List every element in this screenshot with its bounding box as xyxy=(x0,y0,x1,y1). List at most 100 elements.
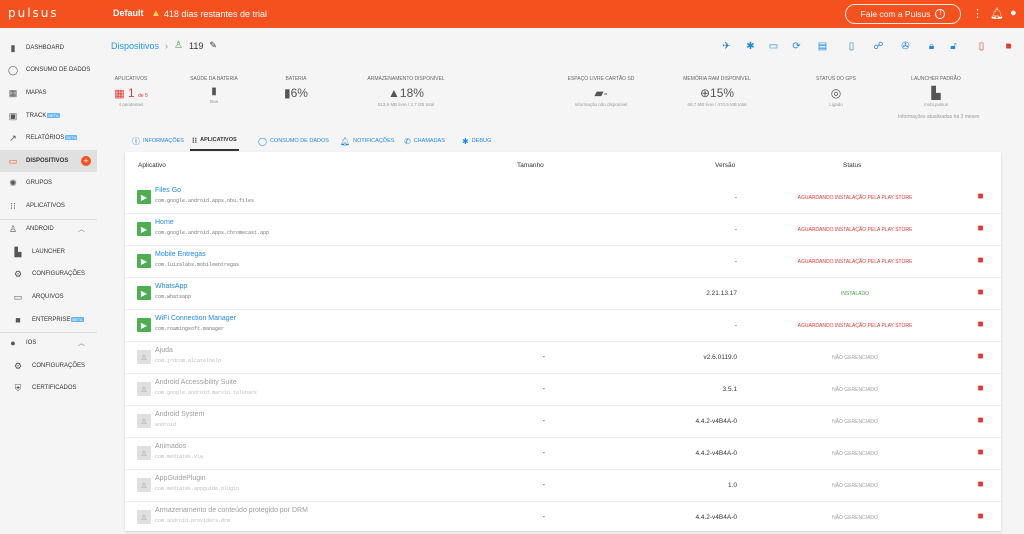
account-selector[interactable]: Default xyxy=(113,8,144,18)
groups-icon: ✺ xyxy=(9,177,17,188)
lock-alt-icon[interactable]: 🔓︎ xyxy=(947,40,960,53)
status-badge: NÃO GERENCIADO xyxy=(832,387,878,393)
trash-icon[interactable]: ■ xyxy=(976,255,985,266)
trash-icon[interactable]: ■ xyxy=(976,447,985,458)
sync-icon[interactable]: ⟳ xyxy=(790,40,803,53)
sidebar-item-track[interactable]: ▣ TRACK BETA xyxy=(0,105,97,127)
delete-icon[interactable]: ■ xyxy=(1002,40,1015,53)
memory-icon: ⊕ xyxy=(699,86,711,100)
status-badge: AGUARDANDO INSTALAÇÃO PELA PLAY STORE xyxy=(797,227,913,233)
stat-apps: APLICATIVOS ▦ 1 de 5 4 pendentes xyxy=(114,76,148,107)
beta-badge: BETA xyxy=(47,112,60,118)
tab-calls[interactable]: ✆ CHAMADAS xyxy=(404,131,445,151)
account-icon[interactable]: ● xyxy=(1010,7,1017,19)
breadcrumb-devices-link[interactable]: Dispositivos xyxy=(111,41,159,51)
battery-low-icon: ▮ xyxy=(284,86,291,100)
app-name[interactable]: WhatsApp xyxy=(155,283,187,290)
app-name[interactable]: Files Go xyxy=(155,187,181,194)
transfer-user-icon[interactable]: ☍ xyxy=(872,40,885,53)
more-vert-icon[interactable]: ⋮ xyxy=(972,7,983,20)
android-icon: ♙ xyxy=(8,223,18,234)
sidebar-section-ios[interactable]: ● IOS ︿ xyxy=(0,332,97,354)
message-icon[interactable]: ▤ xyxy=(816,40,829,53)
table-row[interactable]: ♙ Ajuda com.jrdcom.alcatelhelp - v2.6.01… xyxy=(125,342,1001,374)
chevron-up-icon: ︿ xyxy=(78,226,85,233)
tab-info[interactable]: ⓘ INFORMAÇÕES xyxy=(132,131,184,151)
app-name[interactable]: Mobile Entregas xyxy=(155,251,206,258)
stat-launcher: LAUNCHER PADRÃO ▙ mobi.pulsus xyxy=(891,76,981,107)
cast-icon[interactable]: ▭ xyxy=(767,40,780,53)
app-package: com.mediatek.appguide.plugin xyxy=(155,486,240,492)
alert-triangle-icon: ▲ xyxy=(388,86,400,100)
donut-icon: ◯ xyxy=(258,136,267,146)
table-row[interactable]: ♙ Animados com.mediatek.vlw - 4.4.2-v4B4… xyxy=(125,438,1001,470)
add-device-button[interactable]: + xyxy=(81,156,91,166)
sidebar-section-android[interactable]: ♙ ANDROID ︿ xyxy=(0,218,97,240)
table-row[interactable]: ♙ Armazenamento de conteúdo protegido po… xyxy=(125,502,1001,534)
table-row[interactable]: ▶ Files Go com.google.android.apps.nbu.f… xyxy=(125,182,1001,214)
android-app-icon: ♙ xyxy=(137,478,151,492)
app-name: AppGuidePlugin xyxy=(155,475,206,482)
app-name[interactable]: Home xyxy=(155,219,174,226)
vibrate-icon[interactable]: ▯ xyxy=(845,40,858,53)
apple-icon: ● xyxy=(10,338,16,348)
bell-icon[interactable]: 🔔︎ xyxy=(990,7,1004,20)
chevron-right-icon: › xyxy=(165,40,169,51)
status-badge: NÃO GERENCIADO xyxy=(832,515,878,521)
table-row[interactable]: ♙ AppGuidePlugin com.mediatek.appguide.p… xyxy=(125,470,1001,502)
sidebar-item-dashboard[interactable]: ▮ DASHBOARD xyxy=(0,37,97,59)
status-badge: AGUARDANDO INSTALAÇÃO PELA PLAY STORE xyxy=(797,195,913,201)
sidebar-item-android-settings[interactable]: ⚙ CONFIGURAÇÕES xyxy=(0,263,97,285)
edit-pencil-icon[interactable]: ✎ xyxy=(209,40,217,51)
sidebar-item-files[interactable]: ▭ ARQUIVOS xyxy=(0,286,97,308)
debug-bug-icon[interactable]: ✱ xyxy=(744,40,757,53)
launcher-icon: ▙ xyxy=(14,246,22,257)
donut-icon: ◯ xyxy=(7,64,19,75)
lock-icon[interactable]: 🔒︎ xyxy=(925,40,938,53)
device-stats: APLICATIVOS ▦ 1 de 5 4 pendentes SAÚDE D… xyxy=(111,76,1001,126)
sd-card-icon: ▰ xyxy=(594,86,604,100)
trash-icon[interactable]: ■ xyxy=(976,479,985,490)
sidebar-item-ios-settings[interactable]: ⚙ CONFIGURAÇÕES xyxy=(0,355,97,377)
table-row[interactable]: ▶ Mobile Entregas com.luizalabs.mobileen… xyxy=(125,246,1001,278)
tab-apps[interactable]: ⁝⁝ APLICATIVOS xyxy=(190,131,239,151)
sidebar-item-maps[interactable]: ▦ MAPAS xyxy=(0,82,97,104)
tab-notifications[interactable]: 🔔︎ NOTIFICAÇÕES xyxy=(340,131,394,151)
locate-satellite-icon[interactable]: ✈ xyxy=(720,40,733,53)
table-row[interactable]: ♙ Android Accessibility Suite com.google… xyxy=(125,374,1001,406)
trash-icon[interactable]: ■ xyxy=(976,511,985,522)
device-id: 119 xyxy=(188,40,204,51)
table-row[interactable]: ▶ Home com.google.android.apps.chromecas… xyxy=(125,214,1001,246)
sidebar-item-groups[interactable]: ✺ GRUPOS xyxy=(0,172,97,194)
sidebar-item-apps[interactable]: ⁝⁝ APLICATIVOS xyxy=(0,195,97,217)
wrench-icon[interactable]: ✇ xyxy=(899,40,912,53)
beta-badge: BETA xyxy=(65,134,78,140)
trash-icon[interactable]: ■ xyxy=(976,191,985,202)
talk-to-pulsus-button[interactable]: Fale com a Pulsus ! xyxy=(845,4,961,24)
app-name: Armazenamento de conteúdo protegido por … xyxy=(155,507,308,514)
trash-icon[interactable]: ■ xyxy=(976,415,985,426)
sidebar-item-data-usage[interactable]: ◯ CONSUMO DE DADOS xyxy=(0,59,97,81)
sidebar-item-reports[interactable]: ↗ RELATÓRIOS BETA xyxy=(0,127,97,149)
tab-data-usage[interactable]: ◯ CONSUMO DE DADOS xyxy=(258,131,329,151)
apps-icon: ⁝⁝ xyxy=(10,200,16,211)
table-row[interactable]: ♙ Android System android - 4.4.2-v4B4A-0… xyxy=(125,406,1001,438)
table-row[interactable]: ▶ WiFi Connection Manager com.roamingsof… xyxy=(125,310,1001,342)
trash-icon[interactable]: ■ xyxy=(976,383,985,394)
trash-icon[interactable]: ■ xyxy=(976,319,985,330)
pulsus-logo[interactable]: pulsus xyxy=(8,6,59,20)
sidebar-item-launcher[interactable]: ▙ LAUNCHER xyxy=(0,241,97,263)
trash-icon[interactable]: ■ xyxy=(976,223,985,234)
trash-icon[interactable]: ■ xyxy=(976,351,985,362)
trial-warning: ▲ 418 dias restantes de trial xyxy=(151,8,267,19)
grid-icon: ▦ xyxy=(114,88,125,100)
remove-device-icon[interactable]: ▯ xyxy=(975,40,988,53)
sidebar-item-devices[interactable]: ▭ DISPOSITIVOS + xyxy=(0,150,97,172)
sidebar-item-certificates[interactable]: ⛨ CERTIFICADOS xyxy=(0,377,97,399)
app-name[interactable]: WiFi Connection Manager xyxy=(155,315,236,322)
trash-icon[interactable]: ■ xyxy=(976,287,985,298)
tab-debug[interactable]: ✱ DEBUG xyxy=(462,131,491,151)
header-version: Versão xyxy=(715,162,736,169)
sidebar-item-enterprise[interactable]: ■ ENTERPRISE BETA xyxy=(0,309,97,331)
table-row[interactable]: ▶ WhatsApp com.whatsapp 2.21.13.17 INSTA… xyxy=(125,278,1001,310)
